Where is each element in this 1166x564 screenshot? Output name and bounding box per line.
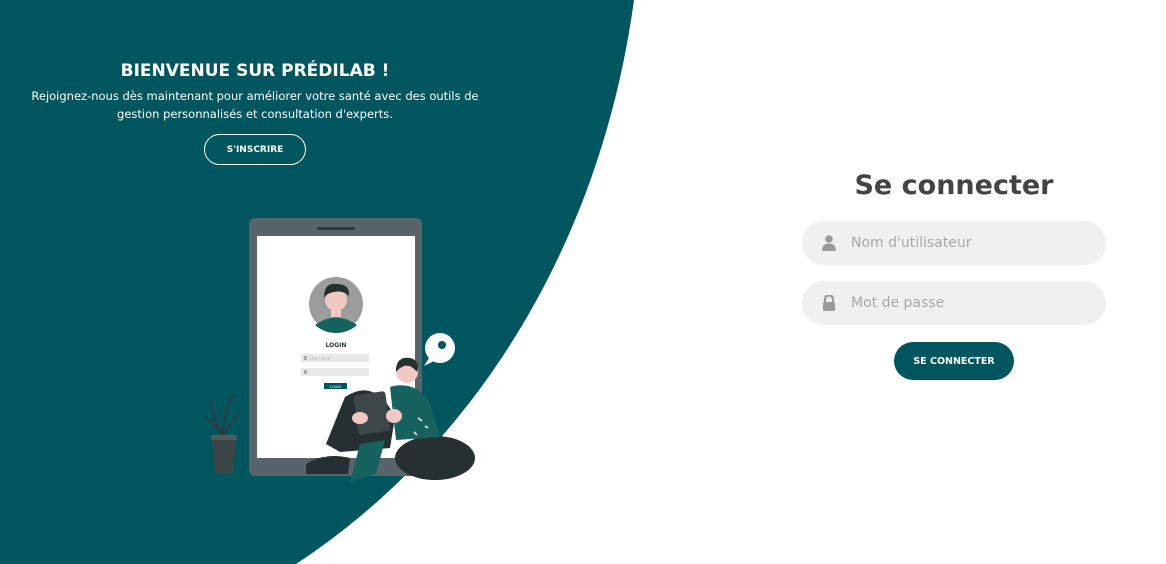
user-icon (822, 235, 836, 251)
username-input[interactable] (851, 221, 1091, 265)
signup-button[interactable]: S'INSCRIRE (204, 134, 306, 165)
login-button[interactable]: SE CONNECTER (894, 342, 1014, 380)
welcome-title: BIENVENUE SUR PRÉDILAB ! (120, 61, 390, 81)
speech-bubble (424, 333, 455, 366)
login-title: Se connecter (854, 170, 1054, 201)
login-illustration: LOGIN Username LOGIN (205, 218, 475, 482)
password-input[interactable] (851, 281, 1091, 325)
plant-decoration (205, 393, 241, 474)
login-panel: Se connecter SE CONNECTER (802, 170, 1106, 380)
illustration-password-field (301, 368, 369, 376)
username-field[interactable] (802, 221, 1106, 265)
avatar (309, 277, 363, 333)
lock-icon (823, 295, 835, 311)
welcome-panel: BIENVENUE SUR PRÉDILAB ! Rejoignez-nous … (0, 56, 510, 165)
illustration-login-button-label: LOGIN (330, 385, 341, 389)
illustration-login-heading: LOGIN (326, 342, 347, 349)
welcome-text: Rejoignez-nous dès maintenant pour améli… (31, 89, 479, 121)
illustration-username-hint: Username (310, 356, 331, 361)
password-field[interactable] (802, 281, 1106, 325)
